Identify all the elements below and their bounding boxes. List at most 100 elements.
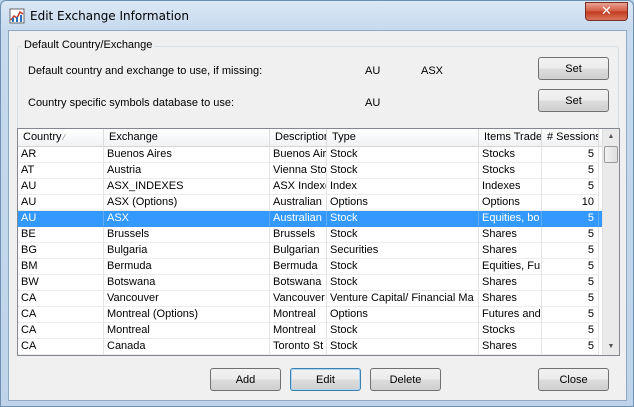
close-button[interactable]: Close (538, 368, 609, 391)
set-button-label: Set (565, 94, 582, 107)
chart-icon (9, 8, 25, 24)
cell-country: AU (18, 195, 104, 211)
cell-country: BW (18, 275, 104, 291)
table-row[interactable]: BM Bermuda Bermuda Stock Equities, Fu 5 (18, 259, 603, 275)
cell-description: Botswana (270, 275, 327, 291)
cell-items-traded: Shares (479, 227, 542, 243)
table-row[interactable]: CA Montreal Montreal Stock Stocks 5 (18, 323, 603, 339)
default-country-value: AU (365, 65, 381, 77)
cell-items-traded: Stocks (479, 163, 542, 179)
cell-type: Options (327, 307, 479, 323)
table-row[interactable]: ATAustriaVienna StockStockStocks5 (18, 163, 603, 179)
table-row[interactable]: AU ASX (Options) Australian Options Options 1… (18, 195, 603, 211)
cell-country: CA (18, 291, 104, 307)
cell-exchange: Buenos Aires (104, 147, 270, 163)
cell-sessions: 5 (542, 259, 599, 275)
cell-country: AR (18, 147, 104, 163)
cell-exchange: Bulgaria (104, 243, 270, 259)
scrollbar-thumb[interactable] (604, 146, 618, 163)
cell-country: AU (18, 211, 104, 227)
cell-exchange: Montreal (104, 323, 270, 339)
cell-description: Brussels (270, 227, 327, 243)
column-header-items-traded[interactable]: Items Traded (479, 129, 542, 147)
column-header-exchange[interactable]: Exchange (104, 129, 270, 147)
symbols-database-country-value: AU (365, 97, 381, 109)
close-icon: ✕ (601, 4, 612, 19)
cell-items-traded: Futures and (479, 307, 542, 323)
table-header: Country ⁄ Exchange Description Type Items… (18, 129, 603, 147)
cell-sessions: 5 (542, 243, 599, 259)
table-row[interactable]: AU ASX Australian Stock Equities, bo 5 (18, 211, 603, 227)
exchanges-table[interactable]: Country ⁄ Exchange Description Type Items… (17, 128, 620, 356)
cell-description: Vienna Stock (270, 163, 327, 179)
cell-exchange: ASX_INDEXES (104, 179, 270, 195)
table-vertical-scrollbar[interactable]: ▲ ▼ (602, 129, 619, 355)
scroll-up-icon[interactable]: ▲ (603, 129, 619, 145)
table-row[interactable]: CA Montreal (Options) Montreal Options Futur… (18, 307, 603, 323)
cell-type: Stock (327, 275, 479, 291)
table-row[interactable]: CA Vancouver Vancouver Venture Capital/ Fin… (18, 291, 603, 307)
cell-description: Bermuda (270, 259, 327, 275)
cell-sessions: 5 (542, 339, 599, 355)
cell-country: AU (18, 179, 104, 195)
default-country-groupbox: Default Country/Exchange Default country… (17, 39, 619, 136)
window-title: Edit Exchange Information (30, 9, 189, 23)
cell-items-traded: Indexes (479, 179, 542, 195)
symbols-database-label: Country specific symbols database to use… (28, 97, 235, 109)
column-header-type[interactable]: Type (327, 129, 479, 147)
table-row[interactable]: AUASX_INDEXESASX IndexesIndexIndexes5 (18, 179, 603, 195)
table-row[interactable]: BE Brussels Brussels Stock Shares 5 (18, 227, 603, 243)
column-header-description[interactable]: Description (270, 129, 327, 147)
cell-description: Montreal (270, 307, 327, 323)
cell-items-traded: Stocks (479, 323, 542, 339)
cell-country: BG (18, 243, 104, 259)
cell-country: CA (18, 307, 104, 323)
cell-sessions: 5 (542, 147, 599, 163)
cell-exchange: Austria (104, 163, 270, 179)
cell-exchange: Canada (104, 339, 270, 355)
column-header-country[interactable]: Country ⁄ (18, 129, 104, 147)
groupbox-title: Default Country/Exchange (22, 39, 155, 51)
table-row[interactable]: BW Botswana Botswana Stock Shares 5 (18, 275, 603, 291)
cell-sessions: 5 (542, 211, 599, 227)
edit-exchange-window: Edit Exchange Information ✕ Default Coun… (0, 0, 634, 407)
cell-items-traded: Equities, Fu (479, 259, 542, 275)
cell-type: Stock (327, 227, 479, 243)
cell-exchange: ASX (104, 211, 270, 227)
delete-button[interactable]: Delete (370, 368, 441, 391)
edit-button[interactable]: Edit (290, 368, 361, 391)
cell-type: Securities (327, 243, 479, 259)
cell-items-traded: Equities, bo (479, 211, 542, 227)
set-symbols-database-button[interactable]: Set (538, 89, 609, 112)
cell-country: BE (18, 227, 104, 243)
set-default-exchange-button[interactable]: Set (538, 57, 609, 80)
cell-type: Stock (327, 211, 479, 227)
default-exchange-label: Default country and exchange to use, if … (28, 65, 263, 77)
table-row[interactable]: ARBuenos AiresBuenos AiresStockStocks5 (18, 147, 603, 163)
cell-sessions: 5 (542, 179, 599, 195)
cell-items-traded: Options (479, 195, 542, 211)
cell-exchange: Botswana (104, 275, 270, 291)
cell-type: Stock (327, 147, 479, 163)
title-bar[interactable]: Edit Exchange Information ✕ (1, 1, 633, 31)
cell-sessions: 5 (542, 307, 599, 323)
column-header-sessions[interactable]: # Sessions (542, 129, 599, 147)
cell-country: CA (18, 339, 104, 355)
cell-exchange: Montreal (Options) (104, 307, 270, 323)
scroll-down-icon[interactable]: ▼ (603, 339, 619, 355)
cell-description: ASX Indexes (270, 179, 327, 195)
cell-description: Toronto St (270, 339, 327, 355)
table-row[interactable]: CA Canada Toronto St Stock Shares 5 (18, 339, 603, 355)
add-button[interactable]: Add (210, 368, 281, 391)
table-body: ARBuenos AiresBuenos AiresStockStocks5AT… (18, 147, 603, 355)
cell-exchange: Brussels (104, 227, 270, 243)
cell-items-traded: Shares (479, 339, 542, 355)
window-close-button[interactable]: ✕ (585, 2, 628, 21)
set-button-label: Set (565, 62, 582, 75)
cell-sessions: 10 (542, 195, 599, 211)
cell-type: Stock (327, 323, 479, 339)
cell-items-traded: Shares (479, 291, 542, 307)
table-row[interactable]: BG Bulgaria Bulgarian Securities Shares 5 (18, 243, 603, 259)
cell-sessions: 5 (542, 323, 599, 339)
cell-description: Montreal (270, 323, 327, 339)
